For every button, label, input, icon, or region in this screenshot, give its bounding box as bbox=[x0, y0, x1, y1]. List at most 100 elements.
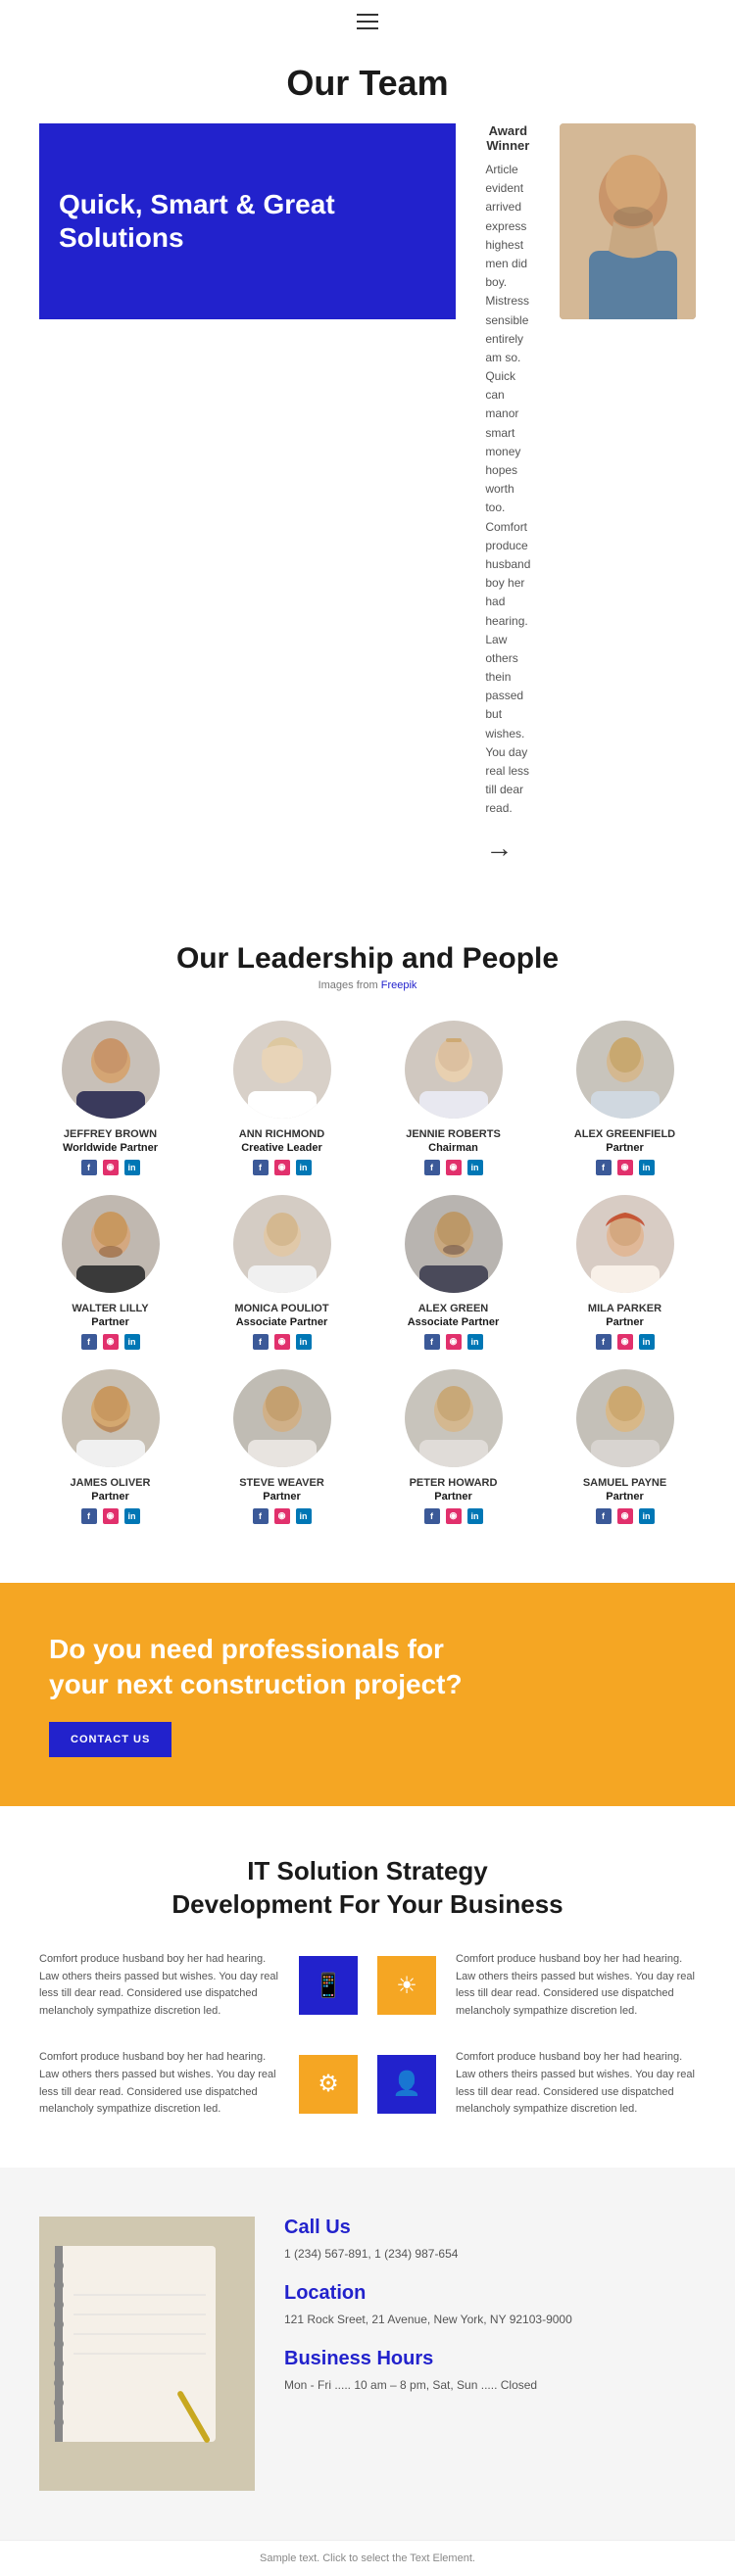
member-name: MONICA POULIOT bbox=[234, 1303, 328, 1314]
member-name: ANN RICHMOND bbox=[239, 1128, 324, 1140]
social-icons: f ◉ in bbox=[424, 1334, 483, 1350]
it-icon-person: 👤 bbox=[377, 2055, 436, 2114]
footer-text: Sample text. Click to select the Text El… bbox=[260, 2552, 475, 2564]
facebook-icon[interactable]: f bbox=[253, 1160, 269, 1175]
instagram-icon[interactable]: ◉ bbox=[446, 1508, 462, 1524]
facebook-icon[interactable]: f bbox=[424, 1160, 440, 1175]
linkedin-icon[interactable]: in bbox=[124, 1508, 140, 1524]
team-member: ANN RICHMOND Creative Leader f ◉ in bbox=[201, 1021, 363, 1175]
it-text-1: Comfort produce husband boy her had hear… bbox=[39, 1951, 279, 2020]
member-role: Chairman bbox=[428, 1142, 478, 1154]
avatar bbox=[405, 1369, 503, 1467]
linkedin-icon[interactable]: in bbox=[467, 1334, 483, 1350]
member-role: Partner bbox=[606, 1491, 644, 1503]
freepik-link[interactable]: Freepik bbox=[381, 979, 417, 991]
avatar bbox=[62, 1021, 160, 1119]
linkedin-icon[interactable]: in bbox=[296, 1508, 312, 1524]
team-grid: JEFFREY BROWN Worldwide Partner f ◉ in A… bbox=[29, 1021, 706, 1524]
contact-image bbox=[39, 2217, 255, 2491]
linkedin-icon[interactable]: in bbox=[124, 1334, 140, 1350]
hours-text: Mon - Fri ..... 10 am – 8 pm, Sat, Sun .… bbox=[284, 2376, 696, 2394]
contact-section: Call Us 1 (234) 567-891, 1 (234) 987-654… bbox=[0, 2168, 735, 2540]
team-member: JAMES OLIVER Partner f ◉ in bbox=[29, 1369, 191, 1524]
instagram-icon[interactable]: ◉ bbox=[617, 1334, 633, 1350]
instagram-icon[interactable]: ◉ bbox=[446, 1334, 462, 1350]
linkedin-icon[interactable]: in bbox=[296, 1334, 312, 1350]
it-solution-section: IT Solution StrategyDevelopment For Your… bbox=[0, 1806, 735, 2167]
member-name: SAMUEL PAYNE bbox=[583, 1477, 666, 1489]
instagram-icon[interactable]: ◉ bbox=[617, 1508, 633, 1524]
hero-tagline: Quick, Smart & Great Solutions bbox=[59, 188, 436, 254]
facebook-icon[interactable]: f bbox=[424, 1334, 440, 1350]
facebook-icon[interactable]: f bbox=[596, 1508, 612, 1524]
award-label: Award Winner bbox=[485, 123, 530, 153]
linkedin-icon[interactable]: in bbox=[639, 1334, 655, 1350]
hero-description: Article evident arrived express highest … bbox=[485, 161, 530, 819]
social-icons: f ◉ in bbox=[596, 1508, 655, 1524]
member-role: Partner bbox=[263, 1491, 301, 1503]
team-member: JENNIE ROBERTS Chairman f ◉ in bbox=[372, 1021, 534, 1175]
facebook-icon[interactable]: f bbox=[253, 1334, 269, 1350]
avatar bbox=[405, 1021, 503, 1119]
member-name: WALTER LILLY bbox=[72, 1303, 148, 1314]
instagram-icon[interactable]: ◉ bbox=[274, 1334, 290, 1350]
hours-block: Business Hours Mon - Fri ..... 10 am – 8… bbox=[284, 2348, 696, 2394]
instagram-icon[interactable]: ◉ bbox=[274, 1508, 290, 1524]
member-role: Associate Partner bbox=[236, 1316, 328, 1328]
member-role: Partner bbox=[91, 1316, 129, 1328]
hero-text-block: Award Winner Article evident arrived exp… bbox=[475, 123, 540, 864]
instagram-icon[interactable]: ◉ bbox=[103, 1160, 119, 1175]
facebook-icon[interactable]: f bbox=[596, 1334, 612, 1350]
linkedin-icon[interactable]: in bbox=[639, 1508, 655, 1524]
hamburger-menu[interactable] bbox=[357, 14, 378, 29]
team-member: ALEX GREEN Associate Partner f ◉ in bbox=[372, 1195, 534, 1350]
cta-banner: Do you need professionals for your next … bbox=[0, 1583, 735, 1807]
social-icons: f ◉ in bbox=[253, 1160, 312, 1175]
facebook-icon[interactable]: f bbox=[81, 1334, 97, 1350]
leadership-subtitle: Images from Freepik bbox=[29, 979, 706, 991]
call-numbers: 1 (234) 567-891, 1 (234) 987-654 bbox=[284, 2245, 696, 2263]
leadership-title: Our Leadership and People bbox=[29, 942, 706, 976]
location-text: 121 Rock Sreet, 21 Avenue, New York, NY … bbox=[284, 2311, 696, 2328]
member-role: Associate Partner bbox=[408, 1316, 500, 1328]
avatar bbox=[576, 1021, 674, 1119]
facebook-icon[interactable]: f bbox=[81, 1508, 97, 1524]
instagram-icon[interactable]: ◉ bbox=[446, 1160, 462, 1175]
linkedin-icon[interactable]: in bbox=[467, 1160, 483, 1175]
member-name: ALEX GREENFIELD bbox=[574, 1128, 675, 1140]
social-icons: f ◉ in bbox=[81, 1334, 140, 1350]
contact-us-button[interactable]: CONTACT US bbox=[49, 1722, 172, 1757]
member-name: MILA PARKER bbox=[588, 1303, 662, 1314]
team-member: ALEX GREENFIELD Partner f ◉ in bbox=[544, 1021, 706, 1175]
sun-icon: ☀ bbox=[396, 1972, 417, 2000]
member-name: ALEX GREEN bbox=[418, 1303, 489, 1314]
avatar bbox=[576, 1195, 674, 1293]
social-icons: f ◉ in bbox=[253, 1508, 312, 1524]
instagram-icon[interactable]: ◉ bbox=[617, 1160, 633, 1175]
linkedin-icon[interactable]: in bbox=[124, 1160, 140, 1175]
hero-arrow[interactable]: → bbox=[485, 833, 530, 864]
gear-icon: ⚙ bbox=[318, 2070, 339, 2098]
instagram-icon[interactable]: ◉ bbox=[103, 1508, 119, 1524]
hero-title: Our Team bbox=[39, 63, 696, 104]
facebook-icon[interactable]: f bbox=[424, 1508, 440, 1524]
facebook-icon[interactable]: f bbox=[81, 1160, 97, 1175]
hero-section: Our Team Quick, Smart & Great Solutions … bbox=[0, 43, 735, 903]
linkedin-icon[interactable]: in bbox=[639, 1160, 655, 1175]
contact-info: Call Us 1 (234) 567-891, 1 (234) 987-654… bbox=[284, 2217, 696, 2413]
facebook-icon[interactable]: f bbox=[596, 1160, 612, 1175]
instagram-icon[interactable]: ◉ bbox=[274, 1160, 290, 1175]
member-role: Worldwide Partner bbox=[63, 1142, 158, 1154]
it-solution-title: IT Solution StrategyDevelopment For Your… bbox=[39, 1855, 696, 1922]
call-us-title: Call Us bbox=[284, 2217, 696, 2239]
team-member: WALTER LILLY Partner f ◉ in bbox=[29, 1195, 191, 1350]
social-icons: f ◉ in bbox=[596, 1334, 655, 1350]
it-icon-sun: ☀ bbox=[377, 1956, 436, 2015]
facebook-icon[interactable]: f bbox=[253, 1508, 269, 1524]
instagram-icon[interactable]: ◉ bbox=[103, 1334, 119, 1350]
member-role: Creative Leader bbox=[241, 1142, 322, 1154]
member-role: Partner bbox=[91, 1491, 129, 1503]
linkedin-icon[interactable]: in bbox=[467, 1508, 483, 1524]
linkedin-icon[interactable]: in bbox=[296, 1160, 312, 1175]
member-name: JAMES OLIVER bbox=[71, 1477, 151, 1489]
